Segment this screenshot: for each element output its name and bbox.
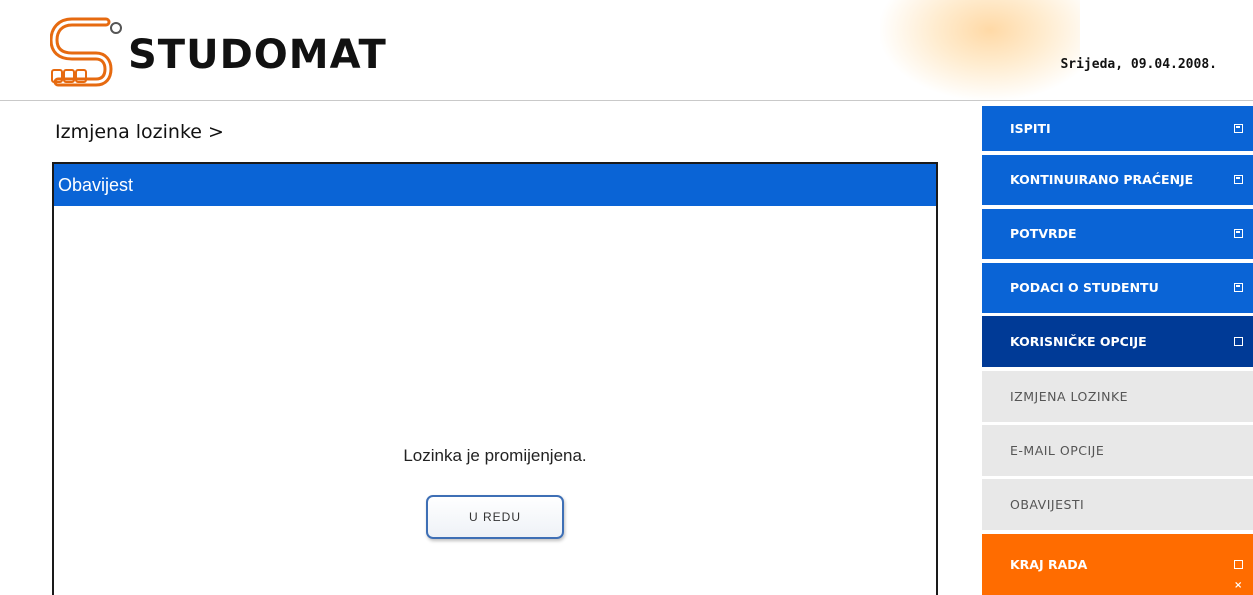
expand-icon: [1234, 175, 1243, 184]
header: STUDOMAT Srijeda, 09.04.2008.: [0, 0, 1253, 101]
sidebar-item-kraj-rada[interactable]: KRAJ RADA: [982, 534, 1253, 595]
current-date: Srijeda, 09.04.2008.: [1060, 57, 1217, 72]
logo-s-mark: [50, 17, 122, 87]
sidebar-item-korisnicke-opcije[interactable]: KORISNIČKE OPCIJE: [982, 316, 1253, 367]
sidebar-item-podaci-o-studentu[interactable]: PODACI O STUDENTU: [982, 263, 1253, 313]
expand-icon: [1234, 229, 1243, 238]
expand-icon: [1234, 124, 1243, 133]
panel-title: Obavijest: [54, 164, 936, 206]
sidebar-item-label: E-MAIL OPCIJE: [1010, 443, 1105, 458]
sidebar-subitem-email-opcije[interactable]: E-MAIL OPCIJE: [982, 425, 1253, 476]
logo-wordmark: STUDOMAT: [128, 32, 387, 78]
notice-panel: Obavijest Lozinka je promijenjena. U RED…: [52, 162, 938, 595]
sidebar-subitem-obavijesti[interactable]: OBAVIJESTI: [982, 479, 1253, 530]
sidebar-item-label: KONTINUIRANO PRAĆENJE: [1010, 172, 1194, 187]
sidebar-item-label: POTVRDE: [1010, 226, 1077, 241]
collapse-icon: [1234, 337, 1243, 346]
sidebar-item-label: IZMJENA LOZINKE: [1010, 389, 1129, 404]
sidebar-subitem-izmjena-lozinke[interactable]: IZMJENA LOZINKE: [982, 371, 1253, 422]
breadcrumb: Izmjena lozinke >: [55, 121, 224, 143]
sidebar-item-label: PODACI O STUDENTU: [1010, 280, 1159, 295]
sidebar-item-ispiti[interactable]: ISPITI: [982, 106, 1253, 151]
expand-icon: [1234, 283, 1243, 292]
page: STUDOMAT Srijeda, 09.04.2008. Izmjena lo…: [0, 0, 1253, 595]
sidebar-nav: ISPITI KONTINUIRANO PRAĆENJE POTVRDE POD…: [982, 100, 1253, 595]
status-message: Lozinka je promijenjena.: [403, 446, 587, 465]
sidebar-item-kontinuirano-pracenje[interactable]: KONTINUIRANO PRAĆENJE: [982, 155, 1253, 205]
sidebar-item-label: KORISNIČKE OPCIJE: [1010, 334, 1147, 349]
sidebar-item-potvrde[interactable]: POTVRDE: [982, 209, 1253, 259]
exit-icon: [1234, 555, 1243, 595]
sidebar-item-label: ISPITI: [1010, 121, 1051, 136]
sidebar-item-label: KRAJ RADA: [1010, 557, 1088, 572]
studomat-logo: STUDOMAT: [50, 17, 387, 87]
sidebar-item-label: OBAVIJESTI: [1010, 497, 1085, 512]
ok-button[interactable]: U REDU: [426, 495, 564, 539]
header-glow: [880, 0, 1080, 100]
